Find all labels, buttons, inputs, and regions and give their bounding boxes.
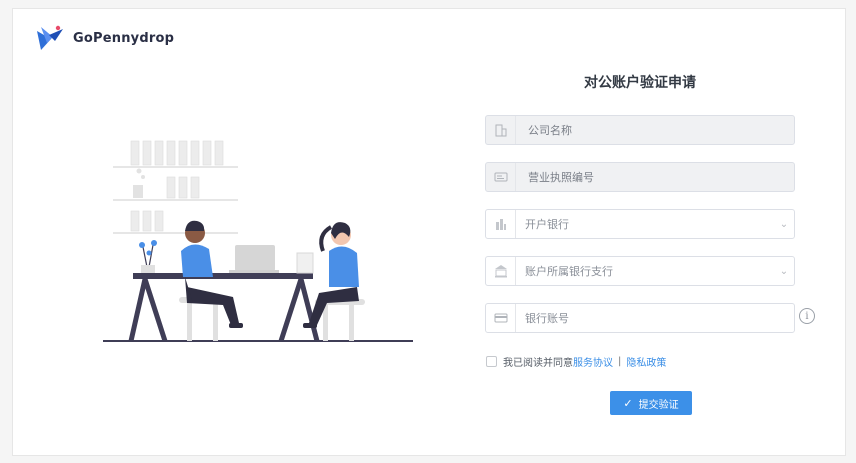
company-name-field[interactable]: 公司名称	[485, 115, 795, 145]
building-icon	[486, 116, 516, 144]
gopennydrop-bird-icon	[37, 25, 63, 50]
chevron-down-icon[interactable]: ⌄	[774, 219, 794, 230]
chevron-down-icon[interactable]: ⌄	[774, 266, 794, 277]
submit-label: 提交验证	[638, 399, 679, 411]
license-number-field[interactable]: 营业执照编号	[485, 162, 795, 192]
office-illustration	[103, 140, 413, 342]
submit-button[interactable]: ✓ 提交验证	[610, 391, 692, 415]
privacy-link[interactable]: 隐私政策	[626, 354, 666, 369]
form-title: 对公账户验证申请	[584, 75, 696, 91]
agree-text: 我已阅读并同意	[503, 358, 573, 369]
link-separator: |	[618, 356, 622, 367]
company-name-placeholder: 公司名称	[528, 124, 572, 137]
bank-building-icon	[486, 210, 516, 238]
agreement-row: 我已阅读并同意 服务协议 | 隐私政策	[486, 354, 666, 369]
bank-branch-icon	[486, 257, 516, 285]
account-number-placeholder: 银行账号	[525, 312, 569, 325]
account-number-field[interactable]: 银行账号	[485, 303, 795, 333]
brand-name: GoPennydrop	[73, 30, 175, 46]
bank-placeholder: 开户银行	[525, 218, 569, 231]
credit-card-icon	[486, 304, 516, 332]
info-icon[interactable]: i	[799, 308, 815, 324]
terms-link[interactable]: 服务协议	[573, 354, 613, 369]
license-number-placeholder: 营业执照编号	[528, 171, 594, 184]
brand-logo[interactable]: GoPennydrop	[35, 23, 174, 53]
check-icon: ✓	[623, 396, 633, 410]
bank-select[interactable]: 开户银行 ⌄	[485, 209, 795, 239]
verification-card: GoPennydrop 对公账户验证申请 公司名称 营业执照编号 开户银行 ⌄ …	[12, 8, 846, 456]
bank-branch-select[interactable]: 账户所属银行支行 ⌄	[485, 256, 795, 286]
bank-branch-placeholder: 账户所属银行支行	[525, 265, 613, 278]
id-card-icon	[486, 163, 516, 191]
agree-checkbox[interactable]	[486, 356, 497, 367]
